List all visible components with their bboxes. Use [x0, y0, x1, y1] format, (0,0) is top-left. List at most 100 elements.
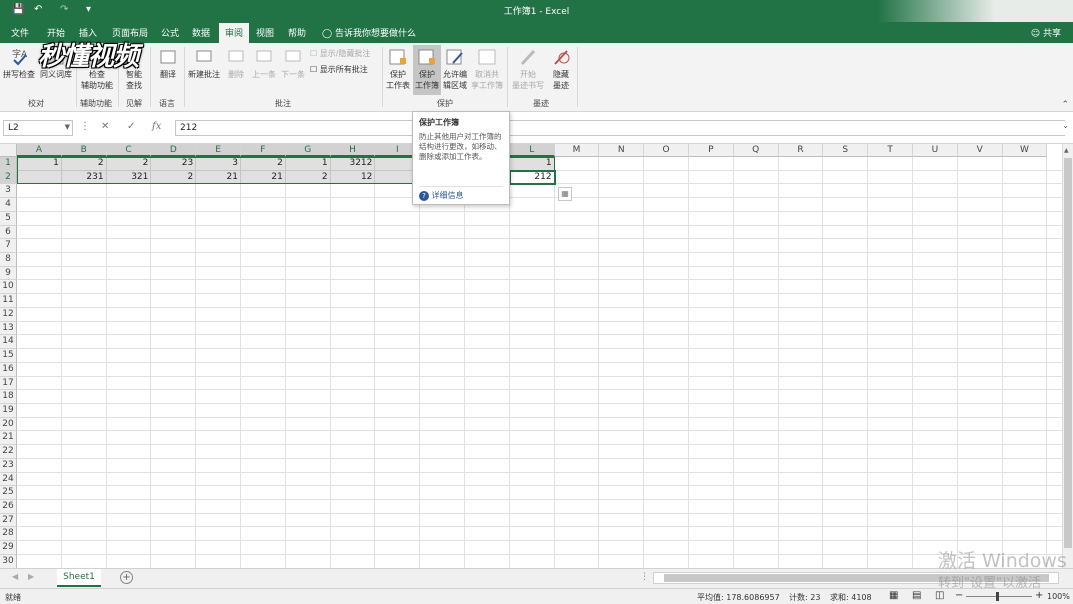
- protect-sheet-button[interactable]: 保护 工作表: [384, 47, 412, 91]
- cell[interactable]: 3: [196, 157, 241, 170]
- zoom-slider-track[interactable]: [966, 596, 1032, 597]
- protect-workbook-button[interactable]: 保护 工作簿: [413, 45, 441, 95]
- row-header[interactable]: 6: [0, 225, 17, 240]
- column-header[interactable]: U: [913, 144, 958, 157]
- row-header[interactable]: 21: [0, 431, 17, 446]
- column-header[interactable]: P: [689, 144, 734, 157]
- row-header[interactable]: 5: [0, 211, 17, 226]
- scroll-up-icon[interactable]: ▲: [1064, 147, 1069, 154]
- hide-ink-button[interactable]: 隐藏 墨迹: [548, 47, 574, 91]
- page-layout-view-icon[interactable]: ▤: [912, 590, 921, 601]
- cell[interactable]: 2: [151, 171, 196, 184]
- zoom-out-icon[interactable]: −: [955, 590, 963, 601]
- column-header[interactable]: F: [241, 144, 286, 157]
- vertical-scrollbar[interactable]: ▲: [1062, 144, 1073, 568]
- row-header[interactable]: 23: [0, 458, 17, 473]
- tooltip-more-info-link[interactable]: ? 详细信息: [419, 190, 464, 201]
- cancel-icon[interactable]: ✕: [101, 121, 109, 132]
- column-header[interactable]: B: [61, 144, 107, 157]
- new-comment-button[interactable]: 新建批注: [186, 47, 222, 80]
- column-header[interactable]: N: [599, 144, 645, 157]
- row-header[interactable]: 16: [0, 362, 17, 377]
- cell[interactable]: 3212: [331, 157, 376, 170]
- delete-comment-button[interactable]: 删除: [224, 47, 248, 80]
- tab-splitter-icon[interactable]: ⋮: [640, 572, 649, 582]
- row-header[interactable]: 25: [0, 486, 17, 500]
- column-header[interactable]: Q: [733, 144, 779, 157]
- spell-check-button[interactable]: 字A 拼写检查: [2, 47, 36, 80]
- row-header[interactable]: 27: [0, 513, 17, 528]
- cell[interactable]: 1: [286, 157, 331, 170]
- cell[interactable]: 21: [196, 171, 241, 184]
- column-header[interactable]: D: [151, 144, 197, 157]
- prev-sheet-icon[interactable]: ◀: [12, 572, 18, 581]
- row-header[interactable]: 11: [0, 294, 17, 308]
- tab-file[interactable]: 文件: [11, 26, 29, 39]
- column-header[interactable]: T: [868, 144, 913, 157]
- row-header[interactable]: 24: [0, 472, 17, 487]
- column-header[interactable]: G: [285, 144, 331, 157]
- row-header[interactable]: 2: [0, 170, 17, 185]
- scroll-thumb[interactable]: [1064, 158, 1072, 548]
- cell[interactable]: 321: [107, 171, 152, 184]
- tab-formulas[interactable]: 公式: [161, 26, 179, 39]
- column-header[interactable]: C: [106, 144, 152, 157]
- column-header[interactable]: H: [330, 144, 376, 157]
- expand-formula-bar-icon[interactable]: ⌄: [1062, 121, 1069, 130]
- column-header[interactable]: S: [823, 144, 869, 157]
- tab-data[interactable]: 数据: [192, 26, 210, 39]
- normal-view-icon[interactable]: ▦: [889, 590, 898, 601]
- row-header[interactable]: 10: [0, 280, 17, 295]
- column-header[interactable]: M: [554, 144, 600, 157]
- cell[interactable]: 212: [510, 171, 555, 184]
- tab-review[interactable]: 审阅: [219, 23, 250, 43]
- tell-me-search[interactable]: ◯ 告诉我你想要做什么: [322, 26, 416, 39]
- column-header[interactable]: V: [957, 144, 1003, 157]
- tab-help[interactable]: 帮助: [288, 26, 306, 39]
- cell[interactable]: 1: [510, 157, 555, 170]
- row-header[interactable]: 7: [0, 239, 17, 254]
- row-header[interactable]: 18: [0, 390, 17, 404]
- row-header[interactable]: 14: [0, 335, 17, 350]
- select-all-button[interactable]: [0, 144, 17, 157]
- show-all-comments-button[interactable]: ☐ 显示所有批注: [310, 64, 368, 75]
- row-header[interactable]: 29: [0, 541, 17, 555]
- allow-edit-ranges-button[interactable]: 允许编 辑区域: [442, 47, 468, 91]
- row-header[interactable]: 12: [0, 307, 17, 322]
- row-header[interactable]: 17: [0, 376, 17, 391]
- page-break-view-icon[interactable]: ◫: [935, 590, 944, 601]
- next-sheet-icon[interactable]: ▶: [28, 572, 34, 581]
- cell[interactable]: 1: [17, 157, 62, 170]
- show-hide-comment-button[interactable]: ☐ 显示/隐藏批注: [310, 48, 370, 59]
- row-header[interactable]: 9: [0, 266, 17, 281]
- name-box[interactable]: L2 ▼: [3, 120, 73, 136]
- cell[interactable]: 12: [331, 171, 376, 184]
- column-header[interactable]: A: [17, 144, 62, 157]
- cell[interactable]: 231: [62, 171, 107, 184]
- enter-icon[interactable]: ✓: [127, 121, 135, 132]
- add-sheet-icon[interactable]: +: [120, 571, 133, 584]
- cell[interactable]: 2: [241, 157, 286, 170]
- row-header[interactable]: 1: [0, 157, 17, 171]
- row-header[interactable]: 15: [0, 349, 17, 363]
- row-header[interactable]: 19: [0, 403, 17, 418]
- cell[interactable]: 23: [151, 157, 196, 170]
- row-header[interactable]: 28: [0, 527, 17, 542]
- tab-view[interactable]: 视图: [256, 26, 274, 39]
- cell[interactable]: 21: [241, 171, 286, 184]
- cell[interactable]: 2: [286, 171, 331, 184]
- row-header[interactable]: 8: [0, 253, 17, 267]
- row-header[interactable]: 22: [0, 445, 17, 459]
- sheet-tab-sheet1[interactable]: Sheet1: [57, 569, 101, 587]
- next-comment-button[interactable]: 下一条: [279, 47, 307, 80]
- row-header[interactable]: 3: [0, 184, 17, 199]
- cell[interactable]: 2: [62, 157, 107, 170]
- column-header[interactable]: L: [509, 144, 555, 157]
- row-header[interactable]: 30: [0, 554, 17, 568]
- share-button[interactable]: ☺ 共享: [1031, 26, 1061, 39]
- column-header[interactable]: E: [196, 144, 241, 157]
- zoom-in-icon[interactable]: +: [1035, 590, 1043, 601]
- cell[interactable]: 2: [107, 157, 152, 170]
- row-header[interactable]: 20: [0, 417, 17, 432]
- unshare-workbook-button[interactable]: 取消共 享工作簿: [470, 47, 504, 91]
